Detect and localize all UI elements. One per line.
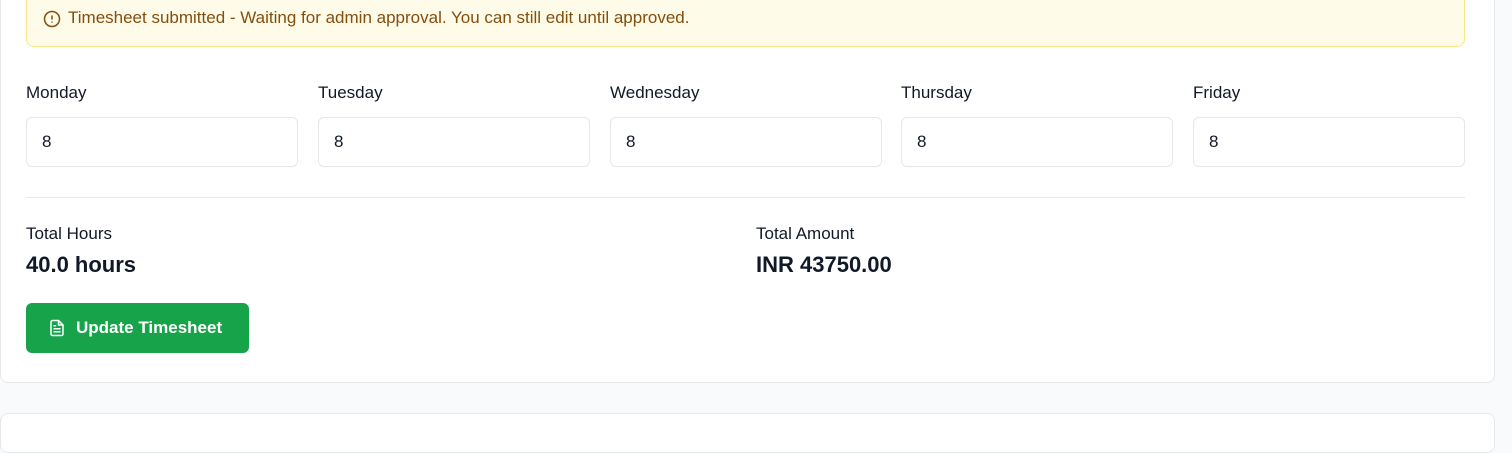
day-label-monday: Monday <box>26 83 87 102</box>
total-hours-block: Total Hours 40.0 hours <box>26 222 136 282</box>
hours-input-tuesday[interactable] <box>318 117 590 167</box>
file-text-icon <box>48 319 66 337</box>
approval-notice: Timesheet submitted - Waiting for admin … <box>26 0 1465 47</box>
next-card <box>0 413 1495 453</box>
day-field-wednesday: Wednesday <box>610 82 882 167</box>
total-amount-value: INR 43750.00 <box>756 252 892 277</box>
hours-input-thursday[interactable] <box>901 117 1173 167</box>
notice-text: Timesheet submitted - Waiting for admin … <box>68 8 690 27</box>
hours-input-monday[interactable] <box>26 117 298 167</box>
day-label-friday: Friday <box>1193 83 1241 102</box>
day-field-thursday: Thursday <box>901 82 1173 167</box>
day-field-friday: Friday <box>1193 82 1465 167</box>
section-divider <box>26 197 1465 198</box>
day-label-thursday: Thursday <box>901 83 972 102</box>
day-field-monday: Monday <box>26 82 298 167</box>
day-label-tuesday: Tuesday <box>318 83 383 102</box>
day-field-tuesday: Tuesday <box>318 82 590 167</box>
total-hours-value: 40.0 hours <box>26 252 137 277</box>
update-timesheet-button[interactable]: Update Timesheet <box>26 303 249 353</box>
total-amount-block: Total Amount INR 43750.00 <box>756 222 892 282</box>
hours-input-friday[interactable] <box>1193 117 1465 167</box>
alert-circle-icon <box>43 10 61 28</box>
day-label-wednesday: Wednesday <box>610 83 700 102</box>
hours-input-wednesday[interactable] <box>610 117 882 167</box>
update-timesheet-label: Update Timesheet <box>76 318 223 337</box>
total-amount-label: Total Amount <box>756 224 855 243</box>
total-hours-label: Total Hours <box>26 224 112 243</box>
